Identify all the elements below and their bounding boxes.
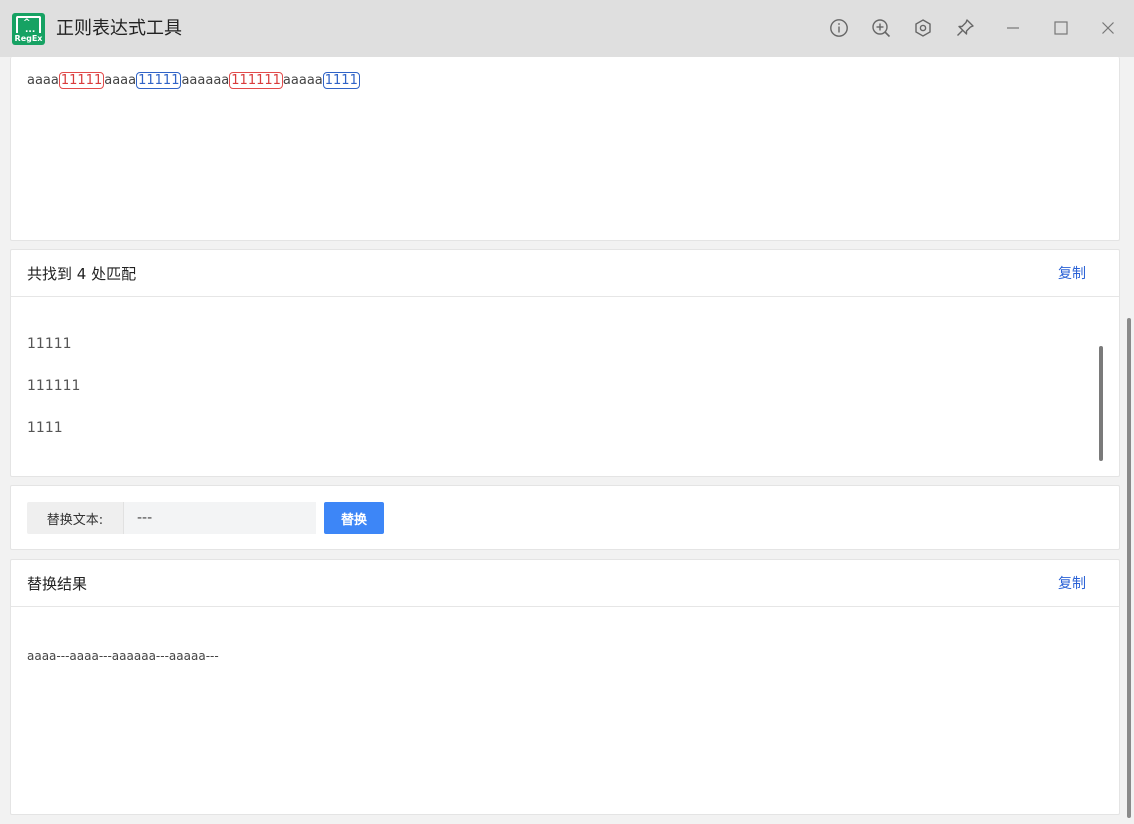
source-segment: aaaa [104,73,137,88]
app-title: 正则表达式工具 [56,18,182,39]
source-text[interactable]: aaaa 11111 aaaa 11111 aaaaaa 111111 aaaaa 1111 [27,72,360,90]
match-list-item: 1111 [27,420,63,436]
matches-count-title: 共找到 4 处匹配 [27,265,137,283]
match-highlight-blue: 1111 [322,72,360,89]
match-highlight-red: 11111 [58,72,105,89]
result-header: 替换结果 复制 [11,560,1119,607]
replace-text-label: 替换文本: [27,502,123,534]
window-scrollbar[interactable] [1127,318,1131,818]
zoom-in-icon[interactable] [869,16,893,40]
match-highlight-blue: 11111 [136,72,182,89]
result-panel: 替换结果 复制 aaaa---aaaa---aaaaaa---aaaaa--- [10,559,1120,815]
close-icon[interactable] [1096,16,1120,40]
copy-result-button[interactable]: 复制 [1058,575,1086,593]
info-icon[interactable] [827,16,851,40]
source-segment: aaaaa [282,73,323,88]
match-list-item: 111111 [27,378,81,394]
replace-panel: 替换文本: 替换 [10,485,1120,550]
source-segment: aaaa [27,73,59,88]
title-bar: ^ ... RegEx 正则表达式工具 [0,0,1134,57]
copy-matches-button[interactable]: 复制 [1058,265,1086,283]
app-logo-icon: ^ ... RegEx [12,13,45,45]
matches-panel: 共找到 4 处匹配 复制 11111 111111 1111 [10,249,1120,477]
maximize-icon[interactable] [1049,16,1073,40]
source-segment: aaaaaa [181,73,230,88]
match-highlight-red: 111111 [229,72,283,89]
replace-button[interactable]: 替换 [324,502,384,534]
minimize-icon[interactable] [1001,16,1025,40]
match-list-item: 11111 [27,336,72,352]
matches-scrollbar[interactable] [1099,346,1103,461]
result-text: aaaa---aaaa---aaaaaa---aaaaa--- [27,649,219,663]
matches-header: 共找到 4 处匹配 复制 [11,250,1119,297]
source-text-panel[interactable]: aaaa 11111 aaaa 11111 aaaaaa 111111 aaaaa 1111 [10,57,1120,241]
result-title: 替换结果 [27,575,88,593]
settings-icon[interactable] [911,16,935,40]
pin-icon[interactable] [953,16,977,40]
replace-text-input[interactable] [123,502,316,534]
